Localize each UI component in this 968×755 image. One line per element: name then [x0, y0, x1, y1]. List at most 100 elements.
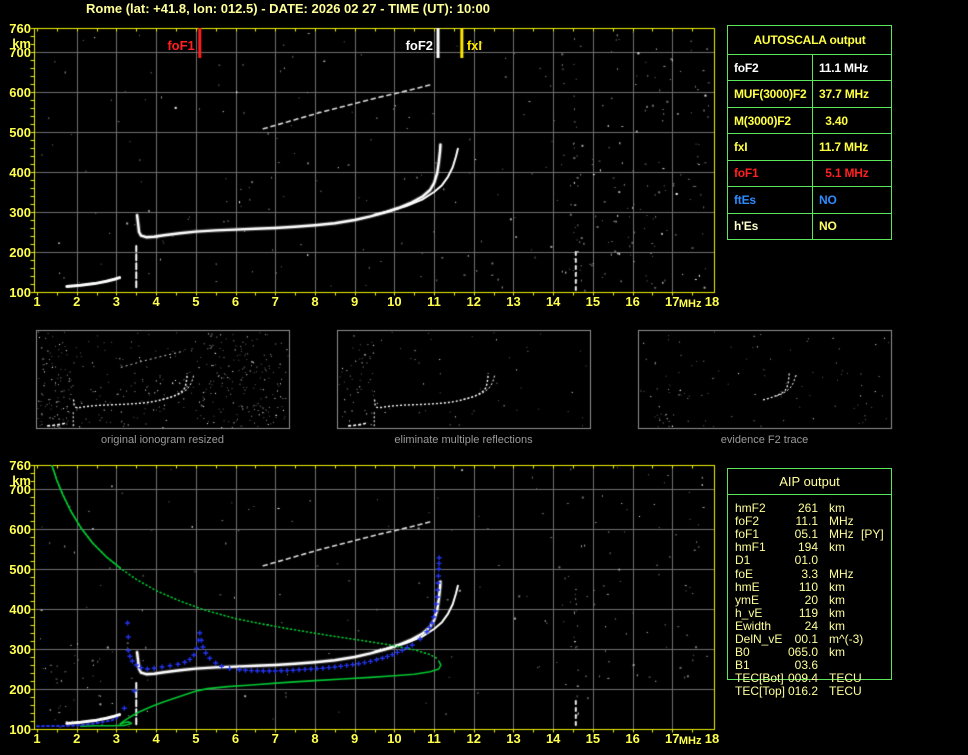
x-tick-label: 14 [545, 731, 561, 746]
x-tick-label: 16 [625, 294, 640, 309]
aip-unit: km [829, 592, 845, 607]
aip-name: hmE [735, 579, 760, 594]
autoscala-row-label-M3000F2: M(3000)F2 [728, 106, 813, 134]
autoscala-row-value: NO [813, 212, 891, 239]
y-tick-label: 760 [9, 458, 31, 473]
aip-name: hmF2 [735, 501, 766, 515]
aip-val: 194 [797, 540, 818, 555]
y-tick-label: 500 [9, 125, 31, 140]
x-tick-label: 8 [311, 731, 319, 746]
y-tick-label: 500 [9, 562, 31, 577]
autoscala-row-value: 11.7 MHz [813, 133, 891, 159]
aip-row-foF2: foF2 11.1 MHz [728, 515, 891, 528]
aip-name: ymE [735, 592, 759, 607]
aip-row-hmF1: hmF1 194 km [728, 541, 891, 554]
x-tick-label: 12 [466, 731, 481, 746]
x-tick-label: 3 [112, 731, 121, 746]
aip-row-ymE: ymE 20 km [728, 592, 891, 607]
autoscala-screen: { "title": "Rome (lat: +41.8, lon: 012.5… [0, 0, 968, 755]
aip-row-TECTop: TEC[Top] 016.2 TECU [728, 685, 891, 698]
y-tick-label: 200 [9, 682, 31, 697]
y-tick-label: 600 [9, 85, 31, 100]
x-tick-label: 14 [545, 294, 561, 309]
aip-unit: km [829, 501, 845, 515]
autoscala-row-label-hEs: h'Es [728, 212, 813, 239]
aip-row-hvE: h_vE 119 km [728, 605, 891, 620]
x-tick-label: 12 [466, 294, 481, 309]
aip-name: B1 [735, 658, 750, 673]
aip-name: D1 [735, 553, 751, 568]
y-tick-label: 200 [9, 245, 31, 260]
aip-val: 11.1 [795, 514, 818, 529]
x-tick-label: 5 [192, 294, 200, 309]
x-tick-label: 4 [152, 731, 160, 746]
autoscala-row-label-fxI: fxI [728, 133, 813, 160]
aip-row-TECBot: TEC[Bot] 009.4 TECU [728, 672, 891, 685]
aip-row-hmE: hmE 110 km [728, 579, 891, 594]
autoscala-row-label-foF2: foF2 [728, 54, 813, 81]
x-tick-label: 11 [427, 294, 441, 309]
y-tick-label: 300 [9, 642, 31, 657]
x-axis-unit-label: MHz [678, 735, 702, 747]
aip-name: foE [735, 566, 754, 581]
aip-val: 24 [804, 618, 818, 633]
aip-val: 119 [798, 605, 818, 620]
marker-label-foF1: foF1 [167, 38, 195, 53]
marker-label-foF2: foF2 [405, 38, 434, 53]
y-tick-label: 700 [9, 482, 31, 497]
x-tick-label: 15 [585, 294, 601, 309]
x-tick-label: 11 [427, 731, 441, 746]
aip-name: h_vE [735, 605, 763, 620]
autoscala-row-label-ftEs: ftEs [728, 186, 813, 213]
aip-name: foF2 [735, 514, 760, 529]
x-tick-label: 9 [351, 731, 359, 746]
aip-unit: TECU [829, 684, 862, 699]
aip-unit: TECU [829, 671, 862, 686]
autoscala-row-label-MUF3000F2: MUF(3000)F2 [728, 80, 813, 107]
aip-val: 05.1 [794, 527, 818, 542]
y-tick-label: 100 [9, 722, 31, 737]
y-tick-label: 760 [9, 21, 31, 36]
aip-val: 261 [797, 501, 818, 515]
x-tick-label: 16 [625, 731, 640, 746]
aip-row-Ewidth: Ewidth 24 km [728, 618, 891, 633]
autoscala-row-value: 37.7 MHz [813, 80, 891, 106]
x-tick-label: 13 [506, 294, 521, 309]
x-tick-label: 6 [231, 294, 240, 309]
aip-table-header: AIP output [728, 469, 891, 495]
x-tick-label: 7 [271, 294, 279, 309]
aip-val: 03.6 [794, 658, 818, 673]
x-tick-label: 13 [506, 731, 521, 746]
x-tick-label: 8 [311, 294, 319, 309]
aip-name: hmF1 [735, 540, 766, 555]
y-tick-label: 100 [9, 285, 31, 300]
aip-extra: [PY] [861, 527, 884, 542]
aip-unit: km [829, 605, 845, 620]
aip-row-D1: D1 01.0 [728, 554, 891, 567]
aip-val: 065.0 [787, 645, 818, 660]
marker-label-fxI: fxI [466, 38, 483, 53]
aip-unit: km [829, 579, 845, 594]
x-tick-label: 5 [192, 731, 200, 746]
x-tick-label: 3 [112, 294, 121, 309]
aip-val: 00.1 [794, 632, 818, 646]
aip-val: 009.4 [787, 671, 818, 686]
aip-val: 3.3 [801, 566, 818, 581]
x-tick-label: 9 [351, 294, 359, 309]
aip-row-B0: B0 065.0 km [728, 646, 891, 659]
aip-val: 01.0 [794, 553, 818, 568]
x-tick-label: 6 [231, 731, 240, 746]
x-tick-label: 10 [387, 294, 402, 309]
aip-val: 016.2 [787, 684, 818, 699]
aip-name: foF1 [735, 527, 760, 542]
aip-unit: km [829, 618, 845, 633]
autoscala-row-label-foF1: foF1 [728, 159, 813, 187]
aip-row-DelNvE: DelN_vE 00.1 m^(-3) [728, 633, 891, 646]
autoscala-row-value: 3.40 [813, 106, 891, 133]
aip-unit: MHz [829, 527, 854, 542]
y-tick-label: 600 [9, 522, 31, 537]
aip-unit: m^(-3) [829, 632, 864, 646]
aip-val: 20 [804, 592, 818, 607]
thumbnail-caption-original: original ionogram resized [101, 434, 224, 446]
aip-output-table: AIP output hmF2 261 km foF2 11.1 MHz foF1 05.1 M… [727, 468, 892, 698]
